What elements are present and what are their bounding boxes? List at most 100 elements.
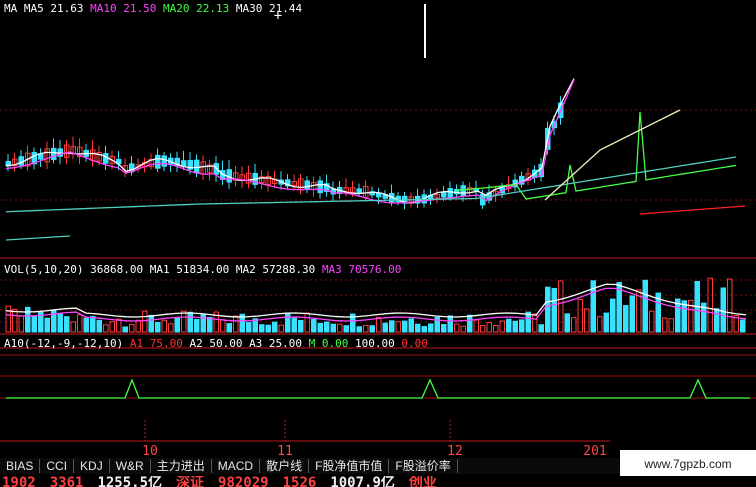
volume-bar bbox=[337, 323, 343, 333]
volume-bar bbox=[168, 323, 174, 333]
candle-body bbox=[18, 156, 24, 166]
stock-chart[interactable]: +MA MA5 21.63 MA10 21.50 MA20 22.13 MA30… bbox=[0, 0, 756, 458]
volume-bar bbox=[233, 315, 239, 333]
volume-bar bbox=[278, 324, 284, 333]
indicator-tab-2[interactable]: KDJ bbox=[74, 459, 110, 473]
volume-bar bbox=[57, 313, 63, 333]
volume-bar bbox=[363, 325, 369, 333]
volume-bar bbox=[532, 313, 538, 333]
indicator-legend-value: 75.00 bbox=[143, 337, 189, 350]
price-legend-value: 21.50 bbox=[117, 2, 163, 15]
volume-bar bbox=[545, 286, 551, 333]
volume-bar bbox=[25, 306, 31, 333]
price-legend-label: MA20 bbox=[163, 2, 190, 15]
indicator-tab-1[interactable]: CCI bbox=[40, 459, 75, 473]
volume-bar bbox=[155, 321, 161, 333]
time-axis-label: 201 bbox=[583, 444, 606, 458]
volume-bar bbox=[642, 279, 648, 333]
volume-legend-value: 57288.30 bbox=[256, 263, 322, 276]
volume-bar bbox=[480, 325, 486, 333]
ma60-line-left bbox=[5, 235, 71, 241]
volume-bar bbox=[44, 317, 50, 333]
indicator-tab-3[interactable]: W&R bbox=[110, 459, 151, 473]
volume-bar bbox=[454, 323, 460, 333]
ticker-item: 3361 bbox=[49, 476, 84, 487]
volume-bar bbox=[356, 326, 362, 333]
price-legend-label: MA bbox=[4, 2, 18, 15]
volume-bar bbox=[18, 315, 24, 333]
indicator-tab-7[interactable]: F股净值市值 bbox=[309, 459, 390, 473]
volume-bar bbox=[519, 319, 525, 333]
candle-body bbox=[460, 185, 466, 197]
volume-bar bbox=[467, 314, 473, 333]
volume-bar bbox=[610, 298, 616, 333]
watermark: www.7gpzb.com bbox=[620, 450, 756, 478]
ma-long-line bbox=[544, 109, 681, 201]
price-legend-value: 21.63 bbox=[44, 2, 90, 15]
signal-line bbox=[6, 378, 750, 399]
volume-bar bbox=[109, 321, 115, 333]
ticker-item: 982029 bbox=[218, 476, 269, 487]
indicator-legend-value: 100.00 bbox=[355, 337, 401, 350]
volume-bar bbox=[382, 322, 388, 333]
volume-bar bbox=[740, 319, 746, 333]
volume-bar bbox=[148, 314, 154, 333]
volume-bar bbox=[31, 315, 37, 333]
volume-bar bbox=[369, 325, 375, 333]
volume-bar bbox=[506, 318, 512, 333]
ticker-item: 1007.9亿 bbox=[330, 476, 395, 487]
price-legend-label: MA10 bbox=[90, 2, 117, 15]
candle-body bbox=[304, 180, 310, 190]
volume-bar bbox=[291, 317, 297, 333]
volume-legend: VOL(5,10,20) 36868.00 MA1 51834.00 MA2 5… bbox=[4, 263, 401, 276]
ticker-item: 深证 bbox=[176, 476, 205, 487]
volume-bar bbox=[629, 295, 635, 333]
volume-bar bbox=[96, 319, 102, 333]
candle-body bbox=[441, 191, 447, 198]
candle-body bbox=[447, 188, 453, 198]
indicator-tab-5[interactable]: MACD bbox=[212, 459, 261, 473]
volume-bar bbox=[493, 324, 499, 333]
volume-bar bbox=[720, 287, 726, 333]
volume-bar bbox=[408, 318, 414, 333]
index-ticker: 1902 3361 1255.5亿 深证 982029 1526 1007.9亿 创业 bbox=[0, 476, 756, 487]
volume-bar bbox=[447, 315, 453, 333]
indicator-tab-6[interactable]: 散户线 bbox=[260, 459, 310, 473]
volume-bar bbox=[259, 324, 265, 333]
price-legend-label: MA30 bbox=[236, 2, 263, 15]
volume-bar bbox=[428, 323, 434, 333]
volume-bar bbox=[226, 323, 232, 333]
volume-bar bbox=[577, 298, 583, 333]
indicator-tab-0[interactable]: BIAS bbox=[0, 459, 41, 473]
volume-bar bbox=[415, 323, 421, 333]
ma20-line bbox=[455, 111, 737, 200]
volume-bar bbox=[441, 324, 447, 333]
volume-bar bbox=[597, 316, 603, 333]
indicator-tab-8[interactable]: F股溢价率 bbox=[389, 459, 458, 473]
indicator-legend-value: 25.00 bbox=[262, 337, 308, 350]
volume-bar bbox=[486, 322, 492, 333]
volume-bar bbox=[668, 318, 674, 333]
volume-legend-value: 36868.00 bbox=[83, 263, 149, 276]
indicator-legend-label: A3 bbox=[249, 337, 262, 350]
volume-bar bbox=[603, 312, 609, 333]
volume-bar bbox=[64, 316, 70, 333]
candle-body bbox=[161, 155, 167, 167]
indicator-legend-label: A2 bbox=[189, 337, 202, 350]
volume-bar bbox=[174, 317, 180, 333]
price-legend-value: 22.13 bbox=[189, 2, 235, 15]
price-legend-label: MA5 bbox=[17, 2, 44, 15]
ticker-item: 创业 bbox=[408, 476, 437, 487]
volume-bar bbox=[395, 321, 401, 333]
indicator-tab-4[interactable]: 主力进出 bbox=[151, 459, 212, 473]
price-legend-value: 21.44 bbox=[262, 2, 302, 15]
volume-bar bbox=[77, 314, 83, 333]
ma30-line bbox=[5, 156, 737, 213]
volume-bar bbox=[714, 308, 720, 333]
ticker-item: 1526 bbox=[282, 476, 317, 487]
ticker-item: 1255.5亿 bbox=[97, 476, 163, 487]
volume-bar bbox=[707, 277, 713, 333]
candle-body bbox=[51, 147, 57, 161]
indicator-tab-bar: BIAS CCI KDJ W&R 主力进出 MACD 散户线 F股净值市值 F股溢价率 bbox=[0, 458, 620, 474]
volume-bar bbox=[330, 323, 336, 333]
